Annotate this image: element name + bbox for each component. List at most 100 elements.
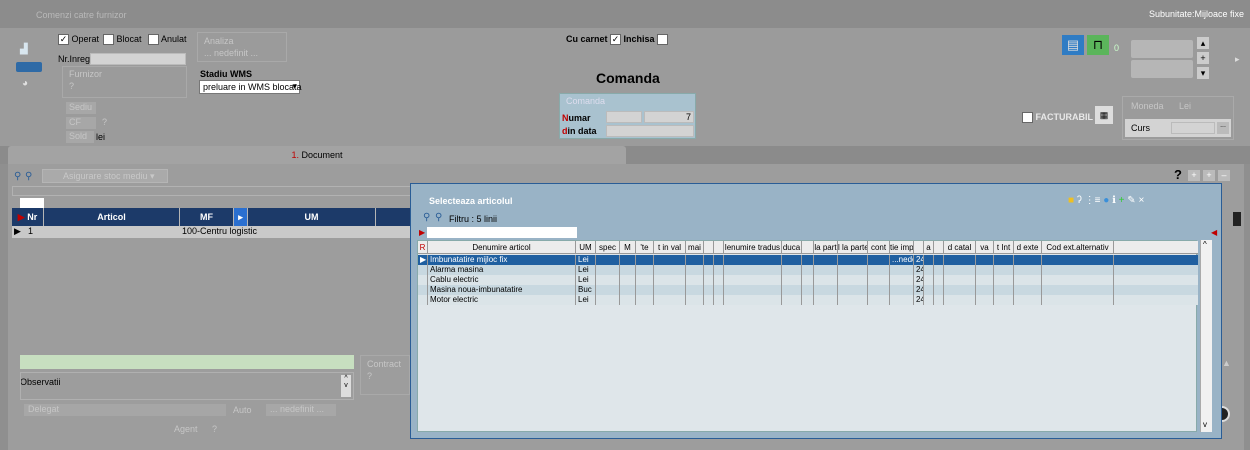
curs-ellipsis-button[interactable]: ... <box>1217 122 1229 134</box>
grid-col-7[interactable] <box>704 241 714 254</box>
col-mf[interactable]: MF <box>180 208 234 226</box>
folder-icon[interactable] <box>16 62 42 72</box>
col-um[interactable]: UM <box>248 208 376 226</box>
numar-serie-field[interactable] <box>606 111 642 123</box>
col-mf-button[interactable]: ▸ <box>234 208 248 226</box>
grid-col-1[interactable]: UM <box>576 241 596 254</box>
grid-col-17[interactable]: a <box>924 241 934 254</box>
scroll-up-icon[interactable]: ^ <box>1203 240 1207 249</box>
grid-col-6[interactable]: mai <box>686 241 704 254</box>
grid-col-0[interactable]: Denumire articol <box>428 241 576 254</box>
grid-col-11[interactable] <box>802 241 814 254</box>
grid-col-22[interactable]: d exte <box>1014 241 1042 254</box>
col-nr[interactable]: ▶ Nr <box>12 208 44 226</box>
cu-carnet-checkbox[interactable]: ✓ <box>610 34 622 46</box>
scroll-down-icon[interactable]: ▾ <box>1197 67 1209 79</box>
close-icon[interactable]: × <box>1138 195 1144 206</box>
globe-icon[interactable]: ● <box>1103 195 1109 206</box>
zoom-icon[interactable]: ⚲ <box>25 171 32 183</box>
stadiu-wms-select[interactable]: preluare in WMS blocata ▾ <box>199 80 302 94</box>
plus-icon[interactable]: + <box>1197 52 1209 64</box>
delegat-value-field[interactable] <box>60 404 226 416</box>
analiza-box[interactable]: Analiza ... nedefinit ... <box>197 32 287 62</box>
grid-scrollbar[interactable]: ^ v <box>1200 240 1212 432</box>
insert-row-icon[interactable]: + <box>1203 170 1215 181</box>
curs-field[interactable] <box>1171 122 1215 134</box>
facturabil-checkbox[interactable] <box>1022 112 1033 124</box>
nr-inreg-field[interactable] <box>90 53 186 65</box>
grid-col-10[interactable]: duca <box>782 241 802 254</box>
grid-col-20[interactable]: va <box>976 241 994 254</box>
search-icon[interactable]: ⚲ <box>423 212 430 224</box>
search-icon[interactable]: ⚲ <box>14 171 21 183</box>
printer-icon[interactable]: ▤ <box>1062 35 1084 55</box>
help-icon[interactable]: ? <box>1174 167 1182 182</box>
filter-row[interactable] <box>12 186 417 196</box>
table-row[interactable]: Alarma masinaLei 24 <box>418 265 1198 275</box>
numar-field[interactable]: 7 <box>644 111 694 123</box>
table-row[interactable]: Cablu electricLei 24 <box>418 275 1198 285</box>
scroll-up-icon[interactable]: ▴ <box>1197 37 1209 49</box>
sold-field[interactable]: Sold <box>66 131 94 143</box>
anulat-checkbox[interactable] <box>148 34 159 46</box>
cell <box>654 275 686 285</box>
grid-col-18[interactable] <box>934 241 944 254</box>
open-folder-icon[interactable]: ⊓ <box>1087 35 1109 55</box>
grid-col-13[interactable]: l la parte <box>838 241 868 254</box>
info-icon[interactable]: ℹ <box>1112 195 1116 206</box>
grid-col-8[interactable] <box>714 241 724 254</box>
calculator-icon[interactable]: ▦ <box>1095 106 1113 124</box>
asigurare-select[interactable]: Asigurare stoc mediu ▾ <box>42 169 168 183</box>
tab-document[interactable]: 1. Document <box>8 146 626 164</box>
grid-col-4[interactable]: 'te <box>636 241 654 254</box>
chart-icon[interactable]: ▟ <box>20 44 28 56</box>
grid-col-9[interactable]: lenumire tradus <box>724 241 782 254</box>
nav-field-1[interactable] <box>1131 40 1193 58</box>
table-row[interactable]: Motor electricLei 24 <box>418 295 1198 305</box>
minus-icon[interactable]: – <box>1218 170 1230 181</box>
furnizor-value[interactable]: ? <box>69 81 74 91</box>
grid-col-16[interactable] <box>914 241 924 254</box>
blocat-checkbox[interactable] <box>103 34 114 46</box>
grid-col-19[interactable]: d catal <box>944 241 976 254</box>
grid-col-12[interactable]: la part <box>814 241 838 254</box>
contract-box[interactable]: Contract ? <box>360 355 410 395</box>
scroll-down-icon[interactable]: v <box>1203 420 1207 429</box>
grid-col-5[interactable]: t in val <box>654 241 686 254</box>
zoom-icon[interactable]: ⚲ <box>435 212 442 224</box>
observatii-scrollbar[interactable]: ^ v <box>341 375 351 397</box>
grid-col-14[interactable]: cont <box>868 241 890 254</box>
grid-col-15[interactable]: tie imp <box>890 241 914 254</box>
plus-icon[interactable]: + <box>1119 195 1125 206</box>
col-articol[interactable]: Articol <box>44 208 180 226</box>
grid-col-21[interactable]: t Int <box>994 241 1014 254</box>
din-data-field[interactable] <box>606 125 694 137</box>
grid-col-2[interactable]: spec <box>596 241 620 254</box>
table-row[interactable]: Masina noua-imbunatatireBuc 24 <box>418 285 1198 295</box>
up-arrow-icon[interactable]: ▲ <box>1222 358 1231 368</box>
cell <box>724 295 782 305</box>
grid-col-23[interactable]: Cod ext.alternativ <box>1042 241 1114 254</box>
add-row-icon[interactable]: + <box>1188 170 1200 181</box>
edit-icon[interactable]: ✎ <box>1127 195 1135 206</box>
operat-checkbox[interactable]: ✓ <box>58 34 69 46</box>
row-mf: 100-Centru logistic <box>182 226 258 236</box>
info-icon[interactable]: ʔ <box>1077 195 1082 206</box>
table-row[interactable]: ▶Imbunatatire mijloc fixLei ...nedefi24 <box>418 255 1198 265</box>
grid-col-3[interactable]: M <box>620 241 636 254</box>
auto-field[interactable]: ... nedefinit ... <box>266 404 336 416</box>
filter-icon[interactable]: ⋮≡ <box>1085 195 1101 206</box>
folder-icon[interactable]: ■ <box>1068 195 1074 206</box>
inchisa-checkbox[interactable] <box>657 34 669 46</box>
sediu-field[interactable]: Sediu <box>66 102 96 114</box>
grid-col-marker[interactable]: R <box>418 241 428 254</box>
eye-icon[interactable]: ◕ <box>22 78 28 90</box>
nav-field-2[interactable] <box>1131 60 1193 78</box>
delegat-field[interactable]: Delegat <box>24 404 60 416</box>
expand-arrow[interactable]: ▸ <box>1235 54 1240 65</box>
search-input[interactable] <box>427 227 577 238</box>
cf-field[interactable]: CF <box>66 117 96 129</box>
table-row[interactable]: ▶ 1 100-Centru logistic <box>12 226 412 238</box>
cell <box>654 285 686 295</box>
observatii-field[interactable]: ^ v <box>20 372 354 400</box>
